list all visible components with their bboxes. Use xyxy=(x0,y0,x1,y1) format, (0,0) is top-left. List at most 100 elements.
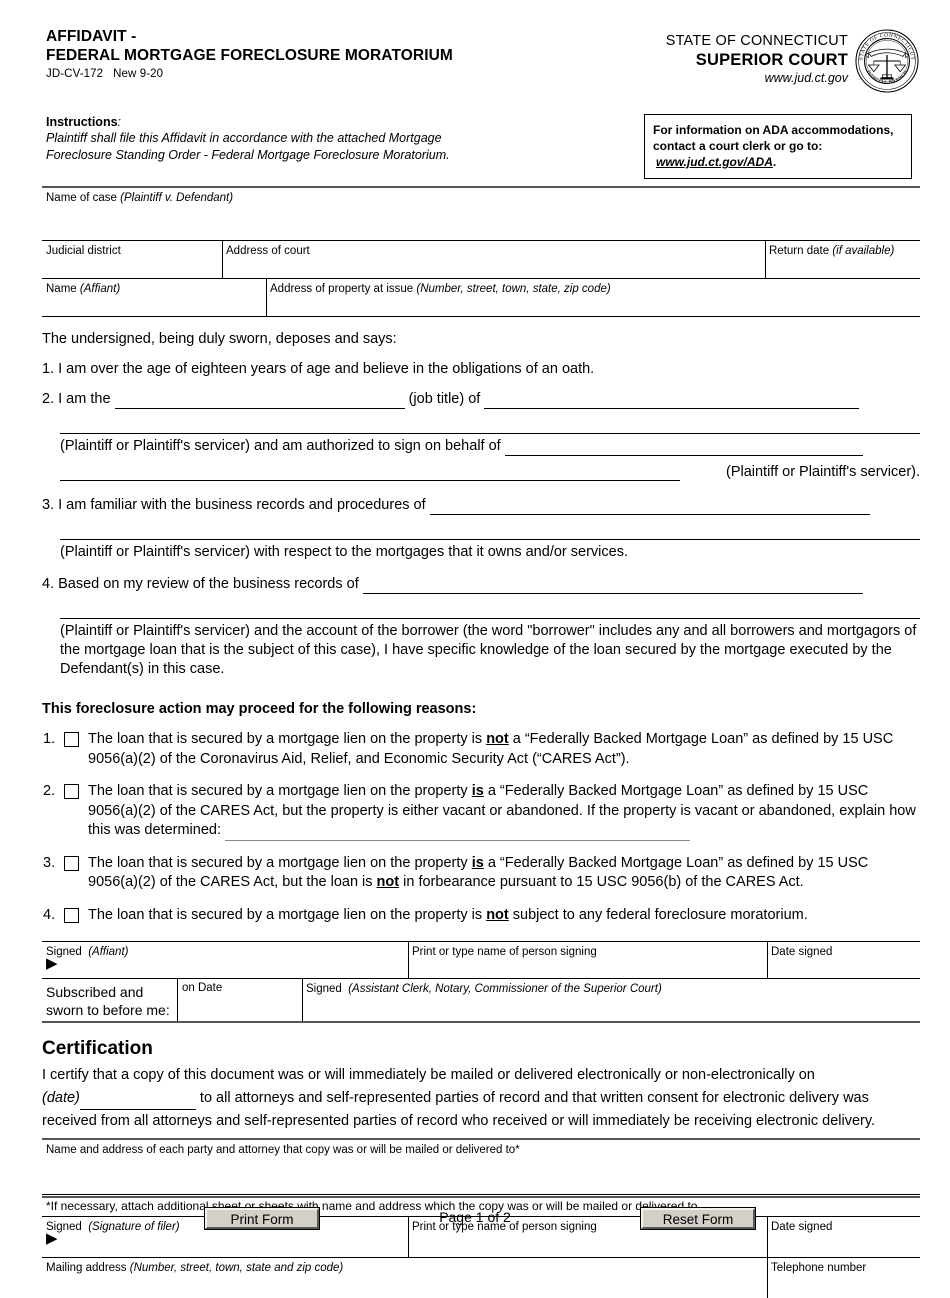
divider-below-affiant-row xyxy=(42,316,920,317)
notary-signed-label-text: Signed xyxy=(306,983,342,995)
form-number-line: JD-CV-172 New 9-20 xyxy=(46,68,453,80)
affiant-print-name-label: Print or type name of person signing xyxy=(412,946,597,958)
reason-4-part2: subject to any federal foreclosure morat… xyxy=(512,906,808,923)
form-page: AFFIDAVIT - FEDERAL MORTGAGE FORECLOSURE… xyxy=(0,22,950,1298)
instructions-row: Instructions: Plaintiff shall file this … xyxy=(46,114,920,179)
item-2-text-a: I am the xyxy=(58,391,111,407)
reason-3-emphasis-2: not xyxy=(376,874,400,890)
affidavit-body: The undersigned, being duly sworn, depos… xyxy=(42,330,920,679)
return-date-label: Return date (if available) xyxy=(765,241,894,258)
ada-line2: contact a court clerk or go to: xyxy=(653,139,823,153)
mailing-address-label-text: Mailing address xyxy=(46,1262,127,1274)
footer-divider xyxy=(42,1196,920,1198)
item-2-behalf-input[interactable] xyxy=(504,440,863,456)
reason-1-checkbox[interactable] xyxy=(64,732,79,747)
reason-3-part3: in forbearance pursuant to 15 USC 9056(b… xyxy=(403,874,804,890)
reason-item-1: 1. The loan that is secured by a mortgag… xyxy=(42,730,920,769)
name-of-case-hint: (Plaintiff v. Defendant) xyxy=(120,192,234,204)
reason-2-part1: The loan that is secured by a mortgage l… xyxy=(88,783,468,799)
field-recipient-names[interactable]: Name and address of each party and attor… xyxy=(42,1140,920,1194)
lead-sentence: The undersigned, being duly sworn, depos… xyxy=(42,331,397,347)
reason-1-part1: The loan that is secured by a mortgage l… xyxy=(88,731,483,747)
certification-line2: to all attorneys and self-represented pa… xyxy=(199,1090,869,1106)
affiant-date-signed-label: Date signed xyxy=(771,946,833,958)
row-affiant-signature: Signed (Affiant) ▶ Print or type name of… xyxy=(42,942,920,978)
seal-svg: STATE OF CONNECTICUT JUDICIAL BRANCH xyxy=(855,29,919,93)
reason-4-checkbox[interactable] xyxy=(64,907,79,923)
field-name-of-case[interactable]: Name of case (Plaintiff v. Defendant) xyxy=(42,188,920,240)
instructions-line1: Plaintiff shall file this Affidavit in a… xyxy=(46,131,442,145)
reason-item-2: 2. The loan that is secured by a mortgag… xyxy=(42,782,920,841)
item-2-job-title-input[interactable] xyxy=(114,393,405,409)
reason-4-part1: The loan that is secured by a mortgage l… xyxy=(88,906,483,923)
certification-date-label: (date) xyxy=(42,1090,80,1106)
certification-date-input[interactable] xyxy=(79,1095,196,1110)
ada-website-link[interactable]: www.jud.ct.gov/ADA xyxy=(656,155,773,169)
reason-3-emphasis-1: is xyxy=(471,854,484,871)
reason-2-explanation-input[interactable] xyxy=(225,827,691,841)
numbered-item-2: 2. I am the (job title) of xyxy=(42,390,920,409)
item-3-overflow-line[interactable] xyxy=(60,524,920,540)
row-affiant-property: Name (Affiant) Address of property at is… xyxy=(42,279,920,316)
property-address-label: Address of property at issue (Number, st… xyxy=(266,279,611,296)
form-title-line2: FEDERAL MORTGAGE FORECLOSURE MORATORIUM xyxy=(46,47,453,64)
item-3-entity-input[interactable] xyxy=(429,499,870,515)
reasons-heading: This foreclosure action may proceed for … xyxy=(42,701,477,717)
item-4-entity-input[interactable] xyxy=(362,578,863,594)
reset-form-button[interactable]: Reset Form xyxy=(640,1207,756,1230)
instructions-heading: Instructions: xyxy=(46,114,606,130)
item-2-behalf-overflow-line[interactable] xyxy=(60,465,680,481)
row-court-info: Judicial district Address of court Retur… xyxy=(42,241,920,278)
state-name: STATE OF CONNECTICUT xyxy=(665,33,848,49)
item-3-text-b: (Plaintiff or Plaintiff's servicer) with… xyxy=(60,544,628,560)
numbered-item-3: 3. I am familiar with the business recor… xyxy=(42,496,920,515)
item-1-number: 1. xyxy=(42,361,55,377)
item-2-overflow-line[interactable] xyxy=(60,418,920,434)
reason-4-number: 4. xyxy=(43,906,56,923)
numbered-item-1: 1. I am over the age of eighteen years o… xyxy=(42,360,920,379)
return-date-hint: (if available) xyxy=(832,245,895,257)
reason-3-number: 3. xyxy=(43,854,56,871)
property-address-hint: (Number, street, town, state, zip code) xyxy=(416,283,611,295)
court-website: www.jud.ct.gov xyxy=(764,71,848,85)
reason-4-emphasis: not xyxy=(486,906,509,923)
certification-line1: I certify that a copy of this document w… xyxy=(42,1067,815,1083)
subscribed-line2: sworn to before me: xyxy=(46,1002,170,1018)
ada-line1: For information on ADA accommodations, xyxy=(653,123,894,137)
affiant-signature-arrow-icon[interactable]: ▶ xyxy=(42,956,58,971)
instructions-heading-text: Instructions xyxy=(46,115,118,129)
on-date-label: on Date xyxy=(182,982,223,994)
affiant-name-label-text: Name xyxy=(46,283,77,295)
header-left: AFFIDAVIT - FEDERAL MORTGAGE FORECLOSURE… xyxy=(46,28,453,80)
address-of-court-label: Address of court xyxy=(226,245,310,257)
row-subscribed-sworn: Subscribed and sworn to before me: on Da… xyxy=(42,979,920,1021)
item-4-text-a: Based on my review of the business recor… xyxy=(58,576,359,592)
affiant-signed-hint: (Affiant) xyxy=(88,946,129,958)
reason-2-emphasis: is xyxy=(471,783,484,799)
reason-2-checkbox[interactable] xyxy=(64,784,79,799)
item-2-text-c: (Plaintiff or Plaintiff's servicer) and … xyxy=(60,438,501,454)
item-3-number: 3. xyxy=(42,497,55,513)
item-2-entity-input[interactable] xyxy=(484,393,860,409)
name-of-case-label-text: Name of case xyxy=(46,192,117,204)
item-3-continuation: (Plaintiff or Plaintiff's servicer) with… xyxy=(60,524,920,562)
header-right: STATE OF CONNECTICUT SUPERIOR COURT www.… xyxy=(666,32,848,87)
item-4-text-b: (Plaintiff or Plaintiff's servicer) and … xyxy=(60,623,917,677)
reason-3-part1: The loan that is secured by a mortgage l… xyxy=(88,854,468,871)
property-address-label-text: Address of property at issue xyxy=(270,283,414,295)
name-of-case-label: Name of case (Plaintiff v. Defendant) xyxy=(42,188,920,205)
affiant-signature-block: Signed (Affiant) ▶ Print or type name of… xyxy=(42,941,920,1023)
instructions-line2: Foreclosure Standing Order - Federal Mor… xyxy=(46,147,450,162)
connecticut-judicial-seal-icon: STATE OF CONNECTICUT JUDICIAL BRANCH xyxy=(854,28,920,94)
affiant-name-label: Name (Affiant) xyxy=(42,279,120,296)
case-information-table: Name of case (Plaintiff v. Defendant) Ju… xyxy=(42,186,920,317)
reason-1-number: 1. xyxy=(43,731,56,747)
form-number: JD-CV-172 xyxy=(46,68,104,80)
item-2-line-d: (Plaintiff or Plaintiff's servicer). xyxy=(60,463,920,482)
reason-item-4: 4. The loan that is secured by a mortgag… xyxy=(42,906,920,926)
instructions-heading-colon: : xyxy=(117,115,122,129)
reason-3-checkbox[interactable] xyxy=(64,855,79,871)
item-4-overflow-line[interactable] xyxy=(60,603,920,619)
item-3-text-a: I am familiar with the business records … xyxy=(58,497,426,513)
footer-controls: Print Form Page 1 of 2 Reset Form xyxy=(0,1207,950,1242)
